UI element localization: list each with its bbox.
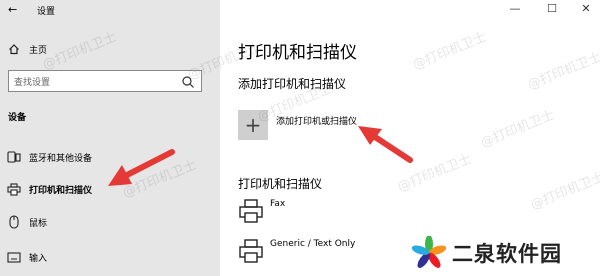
annotation-arrows	[108, 126, 413, 186]
pinwheel-logo-icon	[411, 235, 447, 270]
arrow-to-add-button	[358, 126, 413, 163]
settings-window: ← 设置 主页 查找设置 设备 蓝牙和其他设备 打印机和扫描仪 鼠标 输入 — …	[0, 0, 600, 276]
brand-watermark: 二泉软件园	[411, 235, 562, 270]
arrow-to-printers-item	[108, 149, 175, 186]
brand-name: 二泉软件园	[452, 242, 562, 266]
